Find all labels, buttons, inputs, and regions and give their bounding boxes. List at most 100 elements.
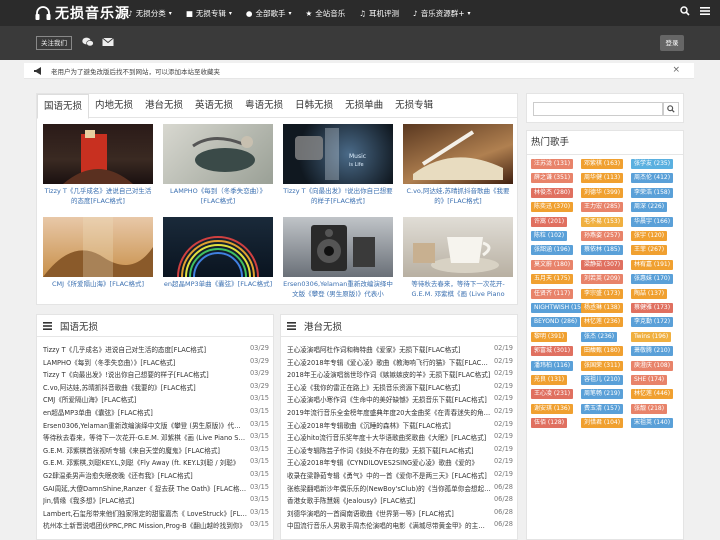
album-thumbnail[interactable] [163, 124, 273, 184]
singer-tag[interactable]: 张惠妹 (170) [631, 274, 674, 285]
list-item[interactable]: Tizzy T《向最出发》!说出你自己想要的样子[FLAC格式] 03/29 [43, 369, 269, 380]
album-caption[interactable]: C.vo,阿达娃,苏晴抓抖音歌曲《我要的》[FLAC格式] [403, 186, 513, 206]
list-item[interactable]: LAMPHO《每到（冬季失恋曲）》[FLAC格式] 03/29 [43, 357, 269, 368]
list-item-title[interactable]: 王心凌专辑陈芸子作词《刻处不存在的我》无损下载[FLAC格式] [287, 445, 491, 455]
list-item-title[interactable]: 香港女歌手陈慧娴《Jealousy》[FLAC格式] [287, 495, 491, 505]
singer-tag[interactable]: 庾澄庆 (108) [631, 360, 674, 371]
list-item[interactable]: 王心凌演唱阿杜作词和梅特曲《爱家》无损下载[FLAC格式] 02/19 [287, 344, 513, 355]
tab-album[interactable]: 无损专辑 [389, 94, 439, 117]
singer-tag[interactable]: 张国荣 (311) [581, 360, 624, 371]
singer-tag[interactable]: 周杰伦 (412) [631, 173, 674, 184]
singer-tag[interactable]: 陈奕迅 (370) [531, 202, 574, 213]
album-card[interactable]: en超晶MP3单曲《囊弦》[FLAC格式] [163, 217, 273, 299]
singer-tag[interactable]: 蔡健雅 (173) [631, 303, 674, 313]
singer-tag[interactable]: 刘若英 (209) [581, 274, 624, 285]
singer-tag[interactable]: 刘德华 (399) [581, 187, 624, 198]
list-item-title[interactable]: 王心凌演唱阿杜作词和梅特曲《爱家》无损下载[FLAC格式] [287, 344, 491, 354]
singer-tag[interactable]: 张靓 (218) [631, 403, 668, 414]
singer-tag[interactable]: 任贤齐 (117) [531, 288, 574, 299]
list-item-title[interactable]: en超晶MP3单曲《囊弦》[FLAC格式] [43, 407, 247, 417]
nav-all-singers[interactable]: ● 全部歌手 ▾ [246, 8, 292, 19]
nav-all-music[interactable]: ★ 全站音乐 [305, 8, 345, 19]
singer-tag[interactable]: 张宇 (120) [631, 231, 668, 241]
search-button[interactable] [663, 102, 679, 116]
album-caption[interactable]: 等待秋去春来，等待下一次花开-G.E.M. 邓紫棋《画 (Live Piano [403, 279, 513, 299]
singer-tag[interactable]: 李克勤 (172) [631, 317, 674, 328]
album-card[interactable]: Tizzy T《几乎成名》进说自己对生活的态度[FLAC格式] [43, 124, 153, 206]
album-card[interactable]: Ersen0306,Yelaman重新改编演绎中文版《攀登 (男生原版)》代表小 [283, 217, 393, 299]
list-item[interactable]: 2018年王心凌演唱翁世珍作词《嫉嫉嫉皮的羊》无损下载[FLAC格式] 02/19 [287, 369, 513, 380]
list-item-title[interactable]: 刘德华演唱的一首闽南语歌曲《世界第一等》[FLAC格式] [287, 508, 491, 518]
singer-tag[interactable]: 刘惜君 (104) [581, 418, 624, 429]
list-item[interactable]: 王心凌《我你的雷正在路上》无损音乐资源下载[FLAC格式] 02/19 [287, 382, 513, 393]
album-card[interactable]: C.vo,阿达娃,苏晴抓抖音歌曲《我要的》[FLAC格式] [403, 124, 513, 206]
singer-tag[interactable]: 张学友 (235) [631, 159, 674, 169]
singer-tag[interactable]: 周深 (226) [631, 202, 668, 213]
album-thumbnail[interactable] [283, 217, 393, 277]
list-item-title[interactable]: 2018年王心凌演唱翁世珍作词《嫉嫉嫉皮的羊》无损下载[FLAC格式] [287, 369, 491, 379]
list-item-title[interactable]: Lambert,石玺彤带来他们独家限定的甜蜜嘉杰《 LoveStruck》[FL… [43, 508, 247, 518]
list-item[interactable]: GAI周延,大傻DamnShine,Ranzer《 捉去获 The Oath》[… [43, 483, 269, 494]
list-item-title[interactable]: G.E.M. 邓紫棋首张视听专辑《来自天堂的魔鬼》[FLAC格式] [43, 445, 247, 455]
singer-tag[interactable]: 陈粒 (102) [531, 231, 568, 241]
album-thumbnail[interactable] [163, 217, 273, 277]
singer-tag[interactable]: 伍佰 (128) [531, 418, 568, 429]
album-caption[interactable]: en超晶MP3单曲《囊弦》[FLAC格式] [163, 279, 273, 299]
singer-tag[interactable]: 宋祖英 (140) [631, 418, 674, 429]
list-item-title[interactable]: 张栋梁翻唱新沙年偶乐乐的(NewBoy'sClub)的《当你孤单你会想起谁》 [287, 483, 491, 493]
nav-headphone-review[interactable]: ♫ 耳机评测 [359, 8, 399, 19]
album-caption[interactable]: Tizzy T《几乎成名》进说自己对生活的态度[FLAC格式] [43, 186, 153, 206]
singer-tag[interactable]: 邓紫棋 (163) [581, 159, 624, 169]
search-icon[interactable] [680, 6, 690, 16]
list-item-title[interactable]: 2019年流行音乐全金榜年度盛典年度20大金曲奖《在青春迷失的角落》 [287, 407, 491, 417]
nav-lossless-category[interactable]: ♪ 无损分类 ▾ [128, 8, 172, 19]
singer-tag[interactable]: 田馥甄 (180) [581, 346, 624, 357]
singer-tag[interactable]: 王心凌 (231) [531, 389, 574, 400]
singer-tag[interactable]: 五月天 (175) [531, 274, 574, 285]
nav-resource-group[interactable]: ♪ 音乐资源群+ ▾ [413, 8, 471, 19]
list-item-title[interactable]: 王心凌《我你的雷正在路上》无损音乐资源下载[FLAC格式] [287, 382, 491, 392]
singer-tag[interactable]: 蔡依林 (185) [581, 245, 624, 256]
singer-tag[interactable]: 杨丞琳 (138) [581, 303, 624, 313]
list-item-title[interactable]: 王心凌2018年专辑歌曲《沉睡的森林》下载[FLAC格式] [287, 420, 491, 430]
album-card[interactable]: CMJ《所爱隔山海》[FLAC格式] [43, 217, 153, 299]
singer-tag[interactable]: 张杰 (236) [581, 331, 618, 342]
list-item[interactable]: 中国流行音乐人男歌手周杰伦演唱的电影《满城尽带黄金甲》的主题曲 06/28 [287, 520, 513, 531]
singer-tag[interactable]: 张韶涵 (196) [531, 245, 574, 256]
list-item[interactable]: 2019年流行音乐全金榜年度盛典年度20大金曲奖《在青春迷失的角落》 02/19 [287, 407, 513, 418]
album-caption[interactable]: CMJ《所爱隔山海》[FLAC格式] [43, 279, 153, 299]
singer-tag[interactable]: 莫文蔚 (180) [531, 259, 574, 270]
album-thumbnail[interactable]: Music is Life [283, 124, 393, 184]
list-item-title[interactable]: 王心凌hito流行音乐奖年度十大华语歌曲奖歌曲《大眠》[FLAC格式] [287, 432, 491, 442]
list-item-title[interactable]: 王心凌2018年专辑《CYNDILOVES2SING爱心凌》歌曲《爱的》 [287, 457, 491, 467]
list-item[interactable]: 张栋梁翻唱新沙年偶乐乐的(NewBoy'sClub)的《当你孤单你会想起谁》 06… [287, 483, 513, 494]
list-item[interactable]: 刘德华演唱的一首闽南语歌曲《世界第一等》[FLAC格式] 06/28 [287, 508, 513, 519]
list-item-title[interactable]: 王心凌演唱小寒作词《生命中的美好缺憾》无损音乐下载[FLAC格式] [287, 394, 491, 404]
list-item[interactable]: 王心凌2018年专辑歌曲《沉睡的森林》下载[FLAC格式] 02/19 [287, 420, 513, 431]
singer-tag[interactable]: 王力宏 (285) [581, 202, 624, 213]
singer-tag[interactable]: 李宗盛 (173) [581, 288, 624, 299]
list-item-title[interactable]: 等待秋去春来，等待下一次花开-G.E.M. 邓紫棋《画 (Live Piano … [43, 432, 247, 442]
list-item-title[interactable]: CMJ《所爱隔山海》[FLAC格式] [43, 394, 247, 404]
tab-english[interactable]: 英语无损 [189, 94, 239, 117]
list-item[interactable]: 香港女歌手陈慧娴《Jealousy》[FLAC格式] 06/28 [287, 495, 513, 506]
singer-tag[interactable]: Twins (196) [631, 331, 672, 342]
singer-tag[interactable]: 林宥嘉 (191) [631, 259, 674, 270]
list-item-title[interactable]: C.vo,阿达娃,苏晴抓抖音歌曲《我要的》[FLAC格式] [43, 382, 247, 392]
list-item[interactable]: C.vo,阿达娃,苏晴抓抖音歌曲《我要的》[FLAC格式] 03/29 [43, 382, 269, 393]
album-card[interactable]: LAMPHO《每到（冬季失恋曲）》[FLAC格式] [163, 124, 273, 206]
list-item[interactable]: Jin,情缘《我多想》[FLAC格式] 03/15 [43, 495, 269, 506]
singer-tag[interactable]: 许嵩 (201) [531, 216, 568, 227]
list-item-title[interactable]: G.E.M. 邓紫棋,刘聪KEY.L,刘聪《Fly Away (ft. KEY.… [43, 457, 247, 467]
list-item[interactable]: 王心凌hito流行音乐奖年度十大华语歌曲奖歌曲《大眠》[FLAC格式] 02/19 [287, 432, 513, 443]
list-item[interactable]: CMJ《所爱隔山海》[FLAC格式] 03/15 [43, 394, 269, 405]
list-item-title[interactable]: Tizzy T《几乎成名》进说自己对生活的态度[FLAC格式] [43, 344, 247, 354]
singer-tag[interactable]: 林忆莲 (236) [581, 317, 624, 328]
singer-tag[interactable]: 潘玮柏 (116) [531, 360, 574, 371]
singer-tag[interactable]: 汪苏泷 (131) [531, 159, 574, 169]
album-thumbnail[interactable] [403, 124, 513, 184]
album-thumbnail[interactable] [403, 217, 513, 277]
list-item-title[interactable]: LAMPHO《每到（冬季失恋曲）》[FLAC格式] [43, 357, 247, 367]
list-item[interactable]: Tizzy T《几乎成名》进说自己对生活的态度[FLAC格式] 03/29 [43, 344, 269, 355]
list-item[interactable]: 王心凌2018年专辑《爱心凌》歌曲《教海响飞行的猫》下载[FLAC格式] 02/1… [287, 357, 513, 368]
